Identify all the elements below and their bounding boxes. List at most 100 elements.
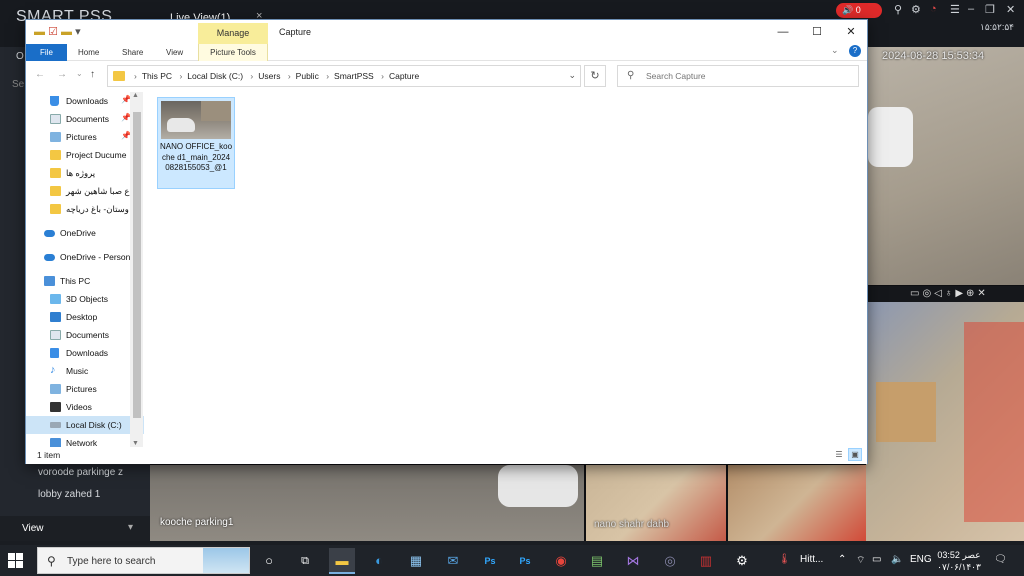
taskbar-clock[interactable]: 03:52 عصر ۰۷/۰۶/۱۴۰۳ [932,549,986,573]
photoshop-icon[interactable]: Ps [477,548,503,574]
breadcrumb-local-disk[interactable]: Local Disk (C:) [187,71,243,81]
file-explorer-icon[interactable]: ▬ [329,548,355,574]
close-icon[interactable]: ✕ [1006,3,1015,16]
up-icon[interactable]: ↑ [90,69,95,80]
ribbon-controls: ⌄ ? [831,45,861,57]
chrome-icon[interactable]: ◉ [548,548,574,574]
camera-controls[interactable]: ▭◎◁♁▶⊕✕ [866,286,1024,302]
sidebar-item-onedrive-personal[interactable]: OneDrive - Person [26,248,144,266]
quick-access-toolbar[interactable]: ▬ ☑ ▬ ▾ [34,25,81,38]
sidebar-item-3d-objects[interactable]: 3D Objects [26,290,144,308]
sidebar-item-videos[interactable]: Videos [26,398,144,416]
camera-feed[interactable] [866,302,1024,541]
alarm-button[interactable]: 🔊 0 [836,3,882,18]
notepad-icon[interactable]: ▤ [584,548,610,574]
search-box[interactable]: ⚲ [617,65,859,87]
sidebar-item-local-disk[interactable]: Local Disk (C:) [26,416,144,434]
battery-icon[interactable]: ▭ [872,554,881,565]
cortana-icon[interactable]: ○ [256,548,282,574]
camera-icon[interactable]: ◎ [657,548,683,574]
network-icon[interactable]: ⌔ [856,554,865,567]
sidebar-item-onedrive[interactable]: OneDrive [26,224,144,242]
notifications-icon[interactable]: 🗨 [994,554,1007,565]
videos-icon [50,402,61,412]
customize-toolbar-icon[interactable]: ▾ [75,26,81,38]
edge-icon[interactable]: ◐ [366,548,392,574]
tab-manage[interactable]: Manage [198,23,268,44]
breadcrumb-users[interactable]: Users [258,71,280,81]
tab-view[interactable]: View [166,44,183,61]
scroll-up-icon[interactable]: ▲ [132,92,139,99]
new-folder-icon[interactable]: ▬ [61,26,72,38]
breadcrumb-this-pc[interactable]: This PC [142,71,172,81]
tab-home[interactable]: Home [78,44,99,61]
restore-icon[interactable]: ❐ [985,3,995,16]
sidebar-item-downloads[interactable]: Downloads 📌 [26,92,144,110]
tab-picture-tools[interactable]: Picture Tools [198,44,268,61]
maximize-button[interactable]: ☐ [800,23,834,41]
gauge-icon[interactable]: ◔ [930,3,937,15]
breadcrumb-capture[interactable]: Capture [389,71,419,81]
camera-feed[interactable]: 2024-08-28 15:53:34 [868,47,1024,285]
camera-item[interactable]: lobby zahed 1 [0,485,150,505]
file-item[interactable]: NANO OFFICE_kooche d1_main_2024082815505… [157,97,235,189]
recent-locations-icon[interactable]: ⌄ [76,69,83,78]
visual-studio-icon[interactable]: ⋈ [620,548,646,574]
navigation-scrollbar[interactable]: ▲ ▼ [130,92,143,447]
settings-icon[interactable]: ⚙ [729,548,755,574]
task-view-icon[interactable]: ⧉ [292,548,318,574]
sidebar-item-bagh-daryacheh[interactable]: وستان- باغ دریاچه [26,200,144,218]
weather-label[interactable]: Hitt... [800,554,823,565]
tab-share[interactable]: Share [122,44,143,61]
sidebar-item-network[interactable]: Network [26,434,144,447]
breadcrumb-public[interactable]: Public [296,71,319,81]
sidebar-item-desktop[interactable]: Desktop [26,308,144,326]
volume-icon[interactable]: 🔈 [891,554,903,565]
sidebar-item-projects-fa[interactable]: پروژه ها [26,164,144,182]
address-bar[interactable]: › This PC › Local Disk (C:) › Users › Public… [107,65,581,87]
camera-feed-nano-shahr[interactable]: nano shahr dahb [586,465,726,541]
sidebar-item-pictures-pc[interactable]: Pictures [26,380,144,398]
close-button[interactable]: ✕ [834,23,868,41]
breadcrumb-smartpss[interactable]: SmartPSS [334,71,374,81]
sidebar-item-music[interactable]: ♪ Music [26,362,144,380]
sidebar-item-documents-pc[interactable]: Documents [26,326,144,344]
large-icons-view-icon[interactable]: ▣ [848,448,862,461]
camera-feed-kooche-parking1[interactable]: kooche parking1 [150,465,584,541]
chevron-up-icon[interactable]: ⌃ [838,554,846,565]
mail-icon[interactable]: ✉ [440,548,466,574]
sidebar-item-saba-shahin-shahr[interactable]: ع صبا شاهین شهر [26,182,144,200]
scroll-down-icon[interactable]: ▼ [132,440,139,447]
menu-icon[interactable]: ☰ [950,3,960,16]
sidebar-item-this-pc[interactable]: This PC [26,272,144,290]
refresh-button[interactable]: ↻ [584,65,606,87]
pin-icon[interactable]: ⚲ [894,3,902,16]
scrollbar-thumb[interactable] [133,112,141,418]
tab-file[interactable]: File [26,44,67,61]
expand-ribbon-icon[interactable]: ⌄ [831,45,839,55]
windows-start-icon[interactable] [8,553,24,569]
photoshop-icon[interactable]: Ps [512,548,538,574]
winrar-icon[interactable]: ▥ [693,548,719,574]
details-view-icon[interactable]: ☰ [832,448,846,461]
camera-item[interactable]: voroode parkinge z [0,463,150,483]
back-icon[interactable]: ← [35,69,45,80]
sidebar-item-downloads-pc[interactable]: Downloads [26,344,144,362]
taskbar-search[interactable]: ⚲ Type here to search [37,547,250,574]
minimize-icon[interactable]: – [968,3,974,15]
sidebar-item-project-documents[interactable]: Project Ducume [26,146,144,164]
weather-icon[interactable]: 🌡 [778,554,791,565]
sidebar-item-pictures[interactable]: Pictures 📌 [26,128,144,146]
search-input[interactable] [646,69,846,83]
chevron-down-icon[interactable]: ⌄ [568,70,576,81]
view-panel-toggle[interactable]: View ▾ [0,516,150,541]
camera-feed[interactable] [728,465,866,541]
minimize-button[interactable]: — [766,23,800,41]
language-indicator[interactable]: ENG [910,554,932,565]
gear-icon[interactable]: ⚙ [911,3,921,16]
properties-icon[interactable]: ☑ [48,26,58,38]
store-icon[interactable]: ▦ [403,548,429,574]
help-icon[interactable]: ? [849,45,861,57]
forward-icon[interactable]: → [57,69,67,80]
sidebar-item-documents[interactable]: Documents 📌 [26,110,144,128]
